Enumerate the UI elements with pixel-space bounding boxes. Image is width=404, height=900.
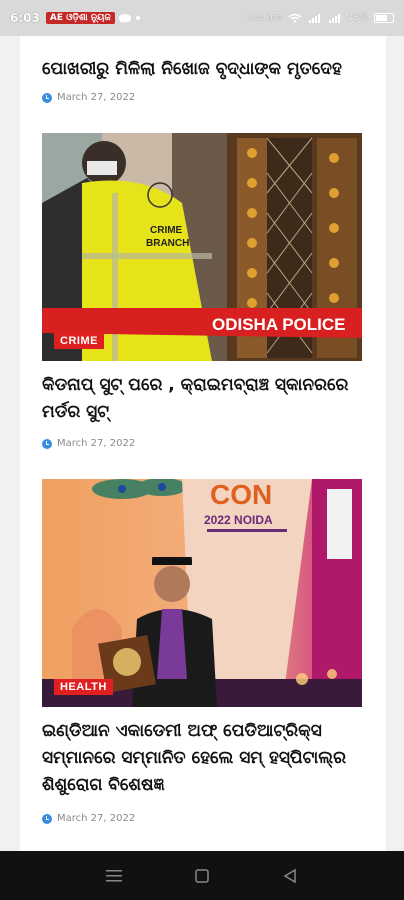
system-nav-bar: [0, 851, 404, 900]
back-button[interactable]: [278, 864, 302, 888]
back-icon: [283, 868, 296, 883]
crime-scene-image: CRIME BRANCH ODISHA POLICE: [42, 133, 362, 361]
network-speed: 0.10 KB/S: [247, 13, 282, 22]
status-right: 0.10 KB/S 48%: [248, 13, 394, 23]
article-title[interactable]: କିଡନାପ୍ ସୁଟ୍ ପରେ , କ୍ରାଇମବ୍ରାଞ୍ଚ ସ୍କାନରର…: [20, 372, 386, 426]
article-date: March 27, 2022: [57, 92, 136, 103]
wifi-icon: [288, 13, 302, 23]
clock-icon: [42, 92, 52, 103]
banner-text: CON: [210, 479, 272, 510]
article-meta: March 27, 2022: [20, 813, 157, 824]
article-meta: March 27, 2022: [20, 92, 157, 103]
article-title[interactable]: ପୋଖରୀରୁ ମିଳିଲା ନିଖୋଜ ବୃଦ୍ଧାଙ୍କ ମୃତଦେହ: [20, 56, 364, 83]
vest-text-2: BRANCH: [146, 238, 189, 249]
app-notification-badge: AE ଓଡ଼ିଶା ନ୍ୟୁଜ: [45, 12, 115, 24]
signal-icon-1: [308, 14, 320, 23]
tape-text: ODISHA POLICE: [212, 315, 346, 334]
vest-text: CRIME: [150, 225, 183, 236]
article-meta: March 27, 2022: [20, 438, 157, 449]
award-ceremony-image: CON 2022 NOIDA: [42, 479, 362, 707]
messenger-icon: [118, 14, 131, 23]
clock-icon: [42, 813, 52, 824]
article-thumbnail[interactable]: CRIME BRANCH ODISHA POLICE CRIME: [42, 133, 362, 361]
news-feed[interactable]: ପୋଖରୀରୁ ମିଳିଲା ନିଖୋଜ ବୃଦ୍ଧାଙ୍କ ମୃତଦେହ Ma…: [20, 36, 386, 851]
status-bar: 6:03 AE ଓଡ଼ିଶା ନ୍ୟୁଜ 0.10 KB/S 48%: [0, 0, 404, 36]
article-thumbnail[interactable]: CON 2022 NOIDA HEALTH: [42, 479, 362, 707]
battery-icon: [374, 13, 394, 23]
signal-icon-2: [328, 14, 340, 23]
article-title[interactable]: ଇଣ୍ଡିଆନ ଏକାଡେମୀ ଅଫ୍ ପେଡିଆଟ୍ରିକ୍ସ ସମ୍ମାନର…: [20, 718, 386, 799]
home-button[interactable]: [190, 864, 214, 888]
article-date: March 27, 2022: [57, 813, 136, 824]
battery-percent: 48%: [347, 13, 368, 23]
recent-apps-button[interactable]: [102, 864, 126, 888]
notification-icons: AE ଓଡ଼ିଶା ନ୍ୟୁଜ: [45, 12, 141, 24]
article-date: March 27, 2022: [57, 438, 136, 449]
menu-icon: [106, 869, 122, 881]
dot-icon: [135, 16, 140, 20]
banner-year: 2022 NOIDA: [204, 513, 273, 527]
clock-icon: [42, 438, 52, 449]
category-badge[interactable]: CRIME: [54, 333, 104, 349]
status-time: 6:03: [10, 11, 40, 25]
home-icon: [195, 868, 209, 883]
category-badge[interactable]: HEALTH: [54, 679, 113, 695]
